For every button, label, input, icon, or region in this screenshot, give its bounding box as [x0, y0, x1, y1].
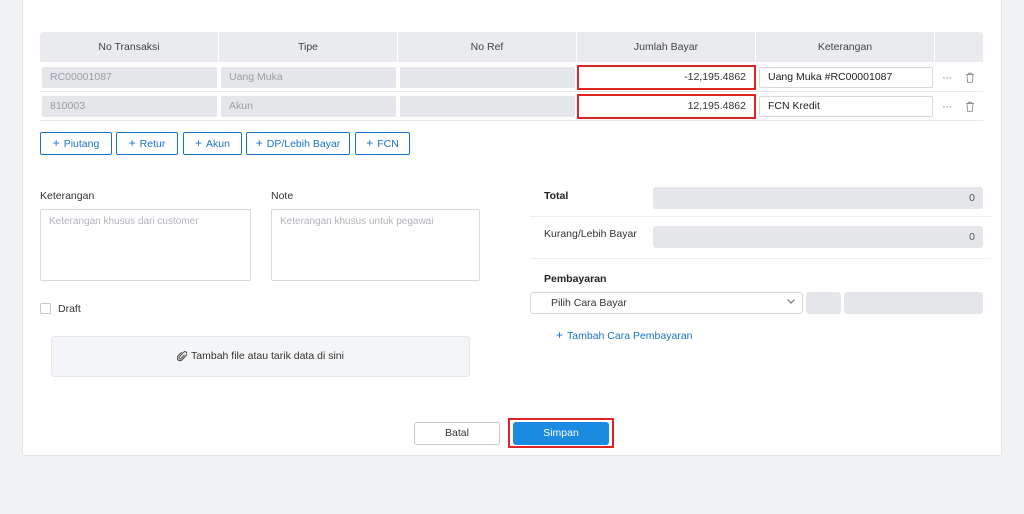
chevron-down-icon [787, 299, 795, 304]
ellipsis-icon[interactable]: ··· [942, 70, 952, 84]
page-footer-background [0, 498, 1024, 514]
add-retur-button[interactable]: + Retur [116, 132, 178, 155]
add-dp-lebih-bayar-button[interactable]: + DP/Lebih Bayar [246, 132, 350, 155]
column-header-keterangan: Keterangan [756, 32, 935, 62]
total-label: Total [544, 190, 569, 202]
column-header-no-transaksi: No Transaksi [40, 32, 219, 62]
keterangan-label: Keterangan [40, 190, 95, 202]
ellipsis-icon[interactable]: ··· [942, 99, 952, 113]
note-textarea[interactable]: Keterangan khusus untuk pegawai [271, 209, 480, 281]
add-piutang-label: Piutang [63, 138, 100, 150]
no-transaksi-field: RC00001087 [42, 67, 217, 88]
table-header: No Transaksi Tipe No Ref Jumlah Bayar Ke… [40, 32, 983, 62]
add-payment-method-link[interactable]: + Tambah Cara Pembayaran [556, 328, 693, 342]
tipe-field: Akun [221, 96, 396, 117]
table-row: RC00001087 Uang Muka -12,195.4862 Uang M… [40, 63, 983, 92]
kurang-lebih-bayar-value: 0 [653, 226, 983, 248]
keterangan-input[interactable]: Uang Muka #RC00001087 [759, 67, 933, 88]
plus-icon: + [195, 136, 203, 150]
note-placeholder: Keterangan khusus untuk pegawai [280, 216, 434, 227]
upload-label: Tambah file atau tarik data di sini [191, 350, 344, 362]
file-dropzone[interactable]: Tambah file atau tarik data di sini [51, 336, 470, 377]
add-piutang-button[interactable]: + Piutang [40, 132, 112, 155]
plus-icon: + [52, 136, 60, 150]
add-fcn-button[interactable]: + FCN [355, 132, 410, 155]
cara-bayar-placeholder: Pilih Cara Bayar [551, 297, 627, 309]
cara-bayar-select[interactable]: Pilih Cara Bayar [530, 292, 803, 314]
summary-divider [530, 216, 991, 217]
plus-icon: + [255, 136, 263, 150]
add-retur-label: Retur [139, 138, 166, 150]
payment-amount-field [806, 292, 841, 314]
keterangan-textarea[interactable]: Keterangan khusus dari customer [40, 209, 251, 281]
add-payment-method-label: Tambah Cara Pembayaran [567, 330, 693, 342]
add-dp-lebih-bayar-label: DP/Lebih Bayar [266, 138, 341, 150]
payment-note-field [844, 292, 983, 314]
add-akun-button[interactable]: + Akun [183, 132, 242, 155]
add-fcn-label: FCN [377, 138, 399, 150]
summary-divider [530, 258, 991, 259]
column-header-no-ref: No Ref [398, 32, 577, 62]
draft-checkbox[interactable] [40, 303, 51, 314]
total-value: 0 [653, 187, 983, 209]
cancel-button[interactable]: Batal [414, 422, 500, 445]
tipe-field: Uang Muka [221, 67, 396, 88]
trash-icon[interactable] [965, 101, 975, 112]
jumlah-bayar-input[interactable]: 12,195.4862 [577, 94, 756, 119]
kurang-lebih-bayar-label: Kurang/Lebih Bayar [544, 228, 637, 240]
note-label: Note [271, 190, 294, 202]
no-ref-field [400, 96, 575, 117]
save-button[interactable]: Simpan [513, 422, 609, 445]
plus-icon: + [128, 136, 136, 150]
keterangan-placeholder: Keterangan khusus dari customer [49, 216, 199, 227]
no-transaksi-field: 810003 [42, 96, 217, 117]
draft-label: Draft [58, 303, 81, 315]
column-header-tipe: Tipe [219, 32, 398, 62]
keterangan-input[interactable]: FCN Kredit [759, 96, 933, 117]
jumlah-bayar-input[interactable]: -12,195.4862 [577, 65, 756, 90]
add-akun-label: Akun [206, 138, 230, 150]
pembayaran-label: Pembayaran [544, 273, 607, 285]
plus-icon: + [366, 136, 374, 150]
no-ref-field [400, 67, 575, 88]
plus-icon: + [556, 328, 564, 342]
trash-icon[interactable] [965, 72, 975, 83]
paperclip-icon [177, 351, 188, 362]
table-row: 810003 Akun 12,195.4862 FCN Kredit ··· [40, 92, 983, 121]
column-header-jumlah-bayar: Jumlah Bayar [577, 32, 756, 62]
